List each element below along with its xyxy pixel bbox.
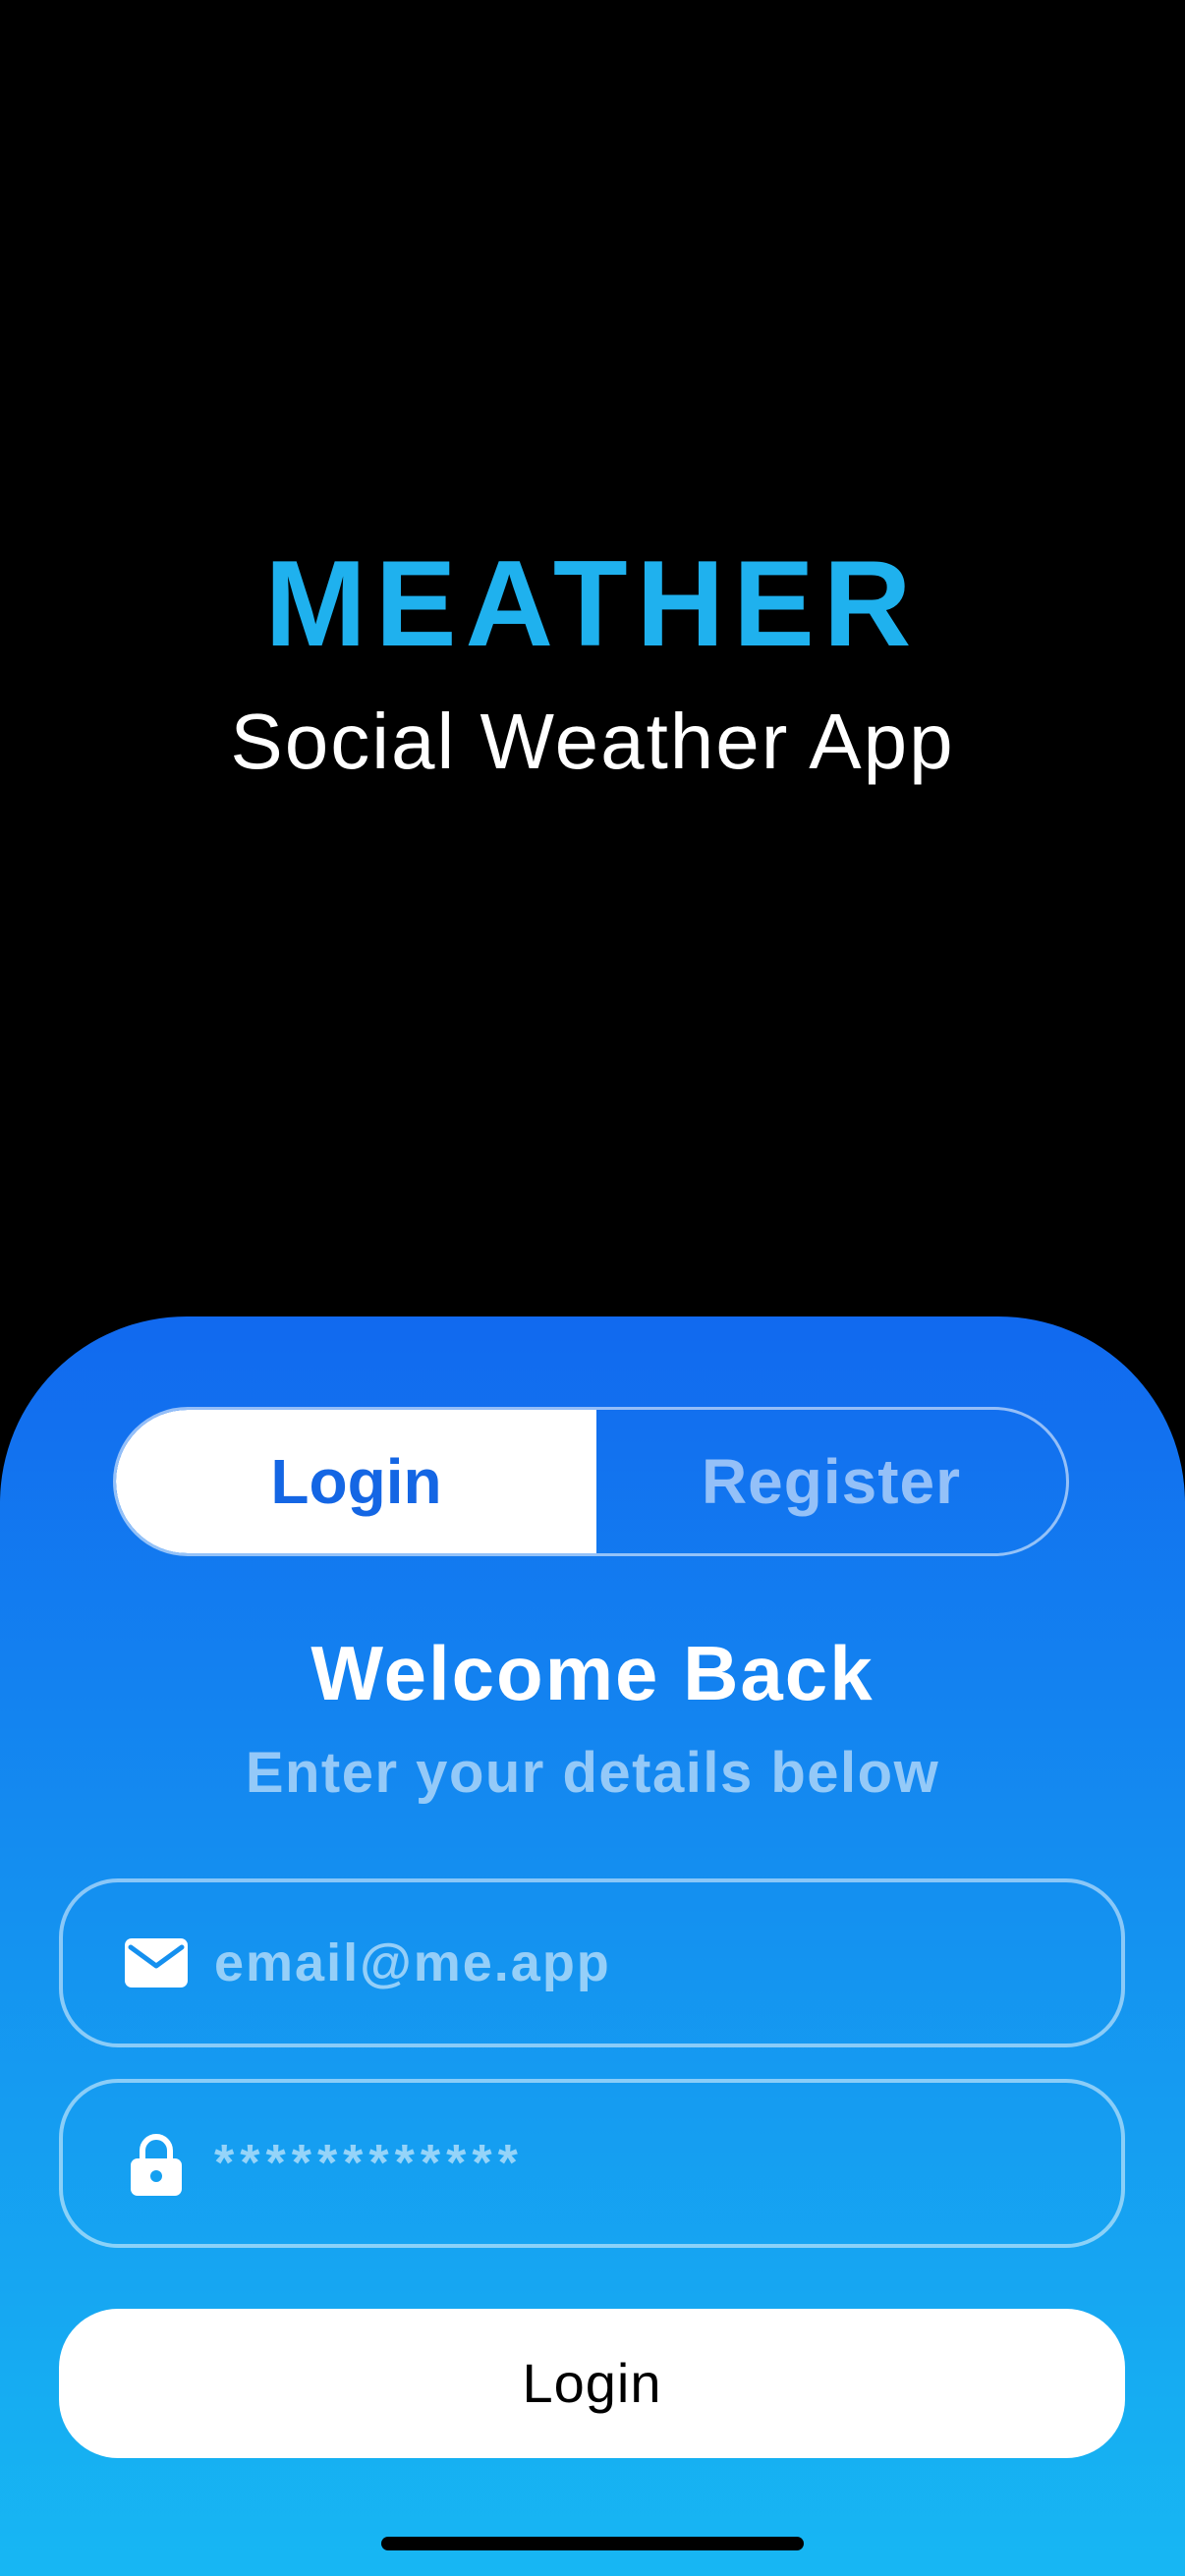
app-subtitle: Social Weather App	[230, 698, 955, 785]
auth-sheet: Login Register Welcome Back Enter your d…	[0, 1316, 1185, 2576]
auth-mode-segmented-control: Login Register	[113, 1407, 1069, 1556]
lock-icon	[124, 2131, 189, 2196]
password-placeholder: ************	[214, 2135, 524, 2192]
tab-register[interactable]: Register	[596, 1410, 1066, 1553]
login-button[interactable]: Login	[59, 2309, 1125, 2458]
tab-login[interactable]: Login	[116, 1410, 596, 1553]
login-screen: MEATHER Social Weather App Login Registe…	[0, 0, 1185, 2576]
envelope-icon	[124, 1931, 189, 1995]
welcome-subheading: Enter your details below	[245, 1741, 940, 1805]
welcome-heading: Welcome Back	[310, 1630, 875, 1716]
app-title: MEATHER	[264, 536, 921, 672]
email-field[interactable]: email@me.app	[59, 1878, 1125, 2047]
password-field[interactable]: ************	[59, 2079, 1125, 2248]
home-indicator[interactable]	[381, 2537, 804, 2550]
email-placeholder: email@me.app	[214, 1933, 611, 1992]
